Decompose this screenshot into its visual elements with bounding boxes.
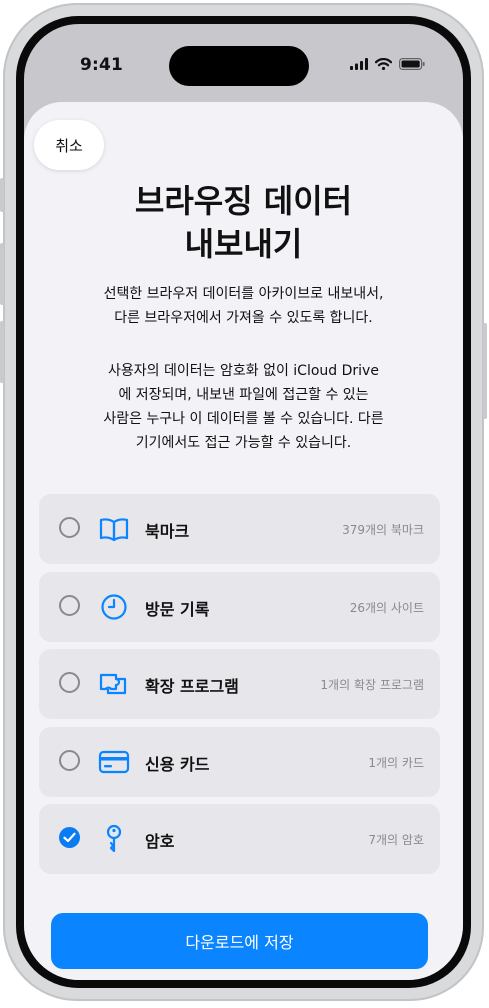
puzzle-icon	[99, 673, 127, 695]
description-line: 다른 브라우저에서 가져올 수 있도록 합니다.	[114, 310, 373, 326]
key-icon	[106, 824, 122, 853]
option-history[interactable]: 방문 기록 26개의 사이트	[39, 571, 440, 642]
cellular-signal-icon	[350, 58, 368, 70]
dynamic-island	[169, 46, 309, 86]
cancel-button[interactable]: 취소	[34, 120, 104, 170]
option-label: 북마크	[145, 522, 190, 541]
volume-down-button	[0, 321, 4, 383]
option-credit-cards[interactable]: 신용 카드 1개의 카드	[39, 726, 440, 797]
option-extensions[interactable]: 확장 프로그램 1개의 확장 프로그램	[39, 649, 440, 719]
screen: 9:41 취소 브라우징 데이터 내보내기 선택한 브라우저 데이터를 아카이브…	[24, 24, 463, 980]
option-count: 7개의 암호	[368, 833, 424, 847]
option-count: 1개의 확장 프로그램	[320, 678, 424, 692]
bezel: 9:41 취소 브라우징 데이터 내보내기 선택한 브라우저 데이터를 아카이브…	[16, 16, 471, 988]
book-icon	[99, 518, 129, 542]
option-label: 방문 기록	[145, 599, 210, 619]
description-line: 선택한 브라우저 데이터를 아카이브로 내보내서,	[103, 286, 384, 302]
page-title: 브라우징 데이터 내보내기	[24, 180, 463, 266]
wifi-icon	[375, 58, 392, 70]
description-line: 사람은 누구나 이 데이터를 볼 수 있습니다. 다른	[103, 411, 384, 427]
title-line: 내보내기	[184, 225, 303, 263]
option-count: 1개의 카드	[368, 755, 424, 770]
description-line: 기기에서도 접근 가능할 수 있습니다.	[135, 435, 352, 451]
title-line: 브라우징 데이터	[134, 182, 353, 220]
option-count: 379개의 북마크	[342, 523, 424, 537]
battery-icon	[399, 58, 425, 70]
option-label: 확장 프로그램	[145, 677, 239, 696]
unchecked-circle-icon[interactable]	[59, 517, 80, 538]
side-button	[483, 323, 487, 419]
export-sheet: 취소 브라우징 데이터 내보내기 선택한 브라우저 데이터를 아카이브로 내보내…	[24, 102, 463, 980]
volume-up-button	[0, 243, 4, 305]
option-label: 암호	[145, 832, 175, 851]
unchecked-circle-icon[interactable]	[59, 749, 80, 771]
unchecked-circle-icon[interactable]	[59, 672, 80, 693]
description-text: 선택한 브라우저 데이터를 아카이브로 내보내서, 다른 브라우저에서 가져올 …	[54, 282, 433, 330]
status-icons	[350, 58, 425, 70]
status-bar: 9:41	[24, 24, 463, 86]
status-time: 9:41	[80, 55, 124, 75]
privacy-warning-text: 사용자의 데이터는 암호화 없이 iCloud Drive 에 저장되며, 내보…	[54, 359, 433, 455]
credit-card-icon	[98, 750, 130, 773]
checkmark-circle-icon[interactable]	[59, 827, 80, 848]
action-button	[0, 178, 4, 212]
option-passwords[interactable]: 암호 7개의 암호	[39, 804, 440, 874]
unchecked-circle-icon[interactable]	[59, 594, 80, 616]
option-bookmarks[interactable]: 북마크 379개의 북마크	[39, 494, 440, 564]
description-line: 사용자의 데이터는 암호화 없이 iCloud Drive	[108, 363, 379, 379]
phone-frame: 9:41 취소 브라우징 데이터 내보내기 선택한 브라우저 데이터를 아카이브…	[0, 3, 487, 1001]
option-count: 26개의 사이트	[349, 600, 424, 615]
clock-icon	[101, 593, 127, 620]
description-line: 에 저장되며, 내보낸 파일에 접근할 수 있는	[118, 387, 369, 403]
export-options-list: 북마크 379개의 북마크 방문 기록 26개의 사이트 확장 프로그램 1개의…	[39, 494, 440, 882]
option-label: 신용 카드	[145, 754, 210, 774]
save-to-downloads-button[interactable]: 다운로드에 저장	[51, 913, 428, 969]
